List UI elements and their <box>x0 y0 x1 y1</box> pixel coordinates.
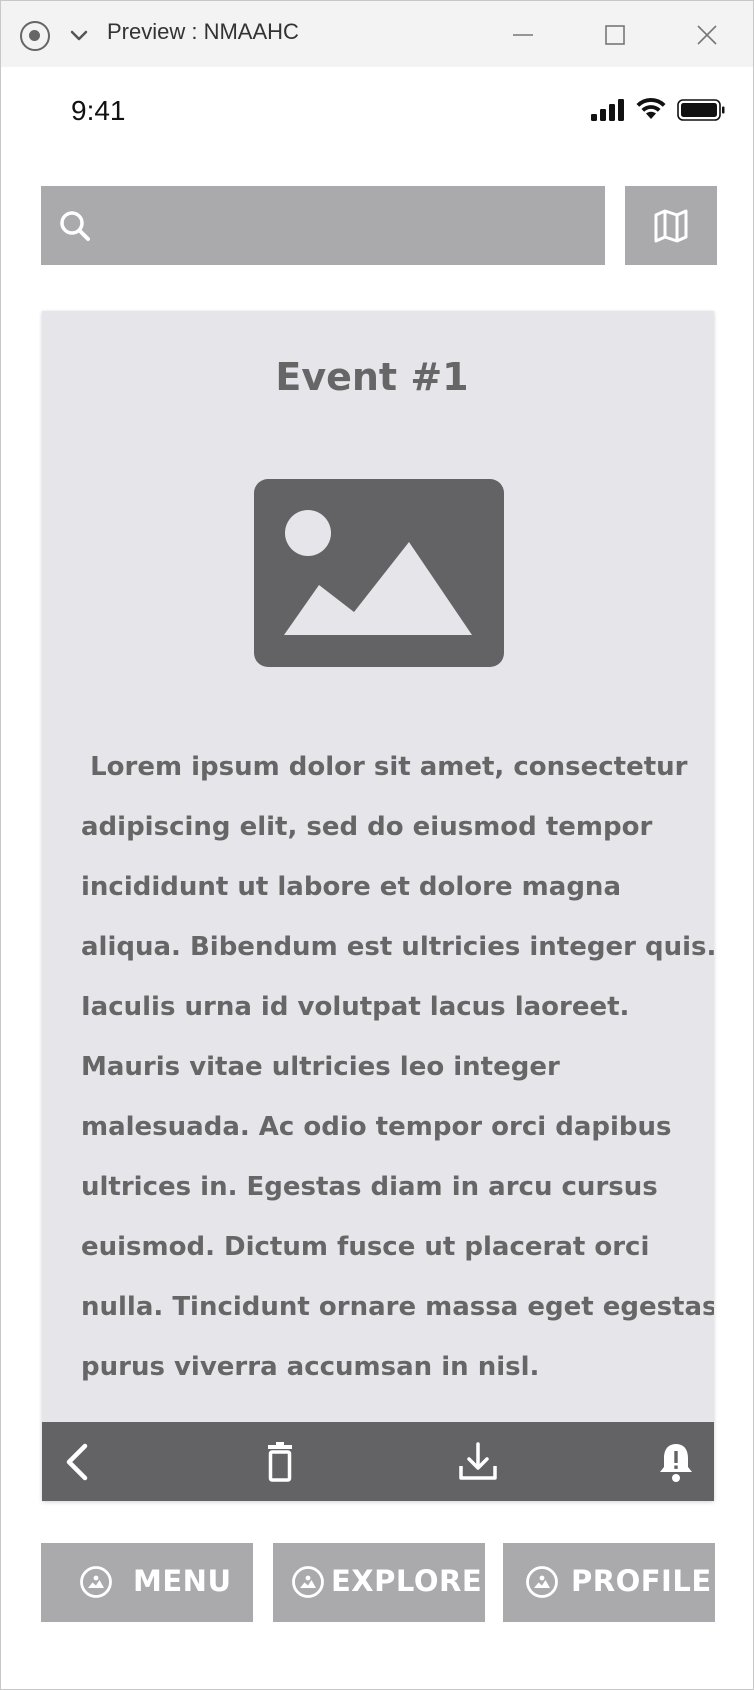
explore-icon <box>292 1566 324 1598</box>
image-placeholder-icon <box>254 479 504 667</box>
record-icon[interactable] <box>20 21 50 51</box>
wifi-icon <box>636 97 666 119</box>
menu-label: MENU <box>133 1564 232 1598</box>
cellular-signal-icon <box>591 99 624 121</box>
chevron-down-icon[interactable] <box>67 23 91 47</box>
event-title: Event #1 <box>275 355 469 399</box>
menu-button[interactable]: MENU <box>41 1543 253 1622</box>
event-card: Event #1 Lorem ipsum dolor sit amet, con… <box>42 311 714 1501</box>
title-bar: Preview : NMAAHC <box>1 1 753 67</box>
card-toolbar <box>42 1422 714 1501</box>
explore-button[interactable]: EXPLORE <box>273 1543 485 1622</box>
explore-label: EXPLORE <box>331 1564 483 1598</box>
close-icon[interactable] <box>689 17 725 53</box>
window-title: Preview : NMAAHC <box>107 19 299 44</box>
search-input[interactable] <box>41 186 605 265</box>
delete-icon[interactable] <box>258 1440 302 1484</box>
map-button[interactable] <box>625 186 717 265</box>
profile-button[interactable]: PROFILE <box>503 1543 715 1622</box>
image-glyph-icon <box>284 510 472 635</box>
bell-icon[interactable] <box>654 1440 698 1484</box>
event-description: Lorem ipsum dolor sit amet, consectetur … <box>81 752 714 1382</box>
minimize-icon[interactable] <box>505 17 541 53</box>
search-icon <box>60 211 90 241</box>
download-icon[interactable] <box>456 1440 500 1484</box>
map-icon <box>654 209 688 243</box>
app-window: Preview : NMAAHC 9:41 Event #1 Lorem ips… <box>0 0 754 1690</box>
menu-icon <box>80 1566 112 1598</box>
maximize-icon[interactable] <box>597 17 633 53</box>
battery-icon <box>677 99 725 121</box>
profile-icon <box>526 1566 558 1598</box>
back-icon[interactable] <box>56 1440 100 1484</box>
profile-label: PROFILE <box>571 1564 712 1598</box>
status-time: 9:41 <box>71 95 126 126</box>
